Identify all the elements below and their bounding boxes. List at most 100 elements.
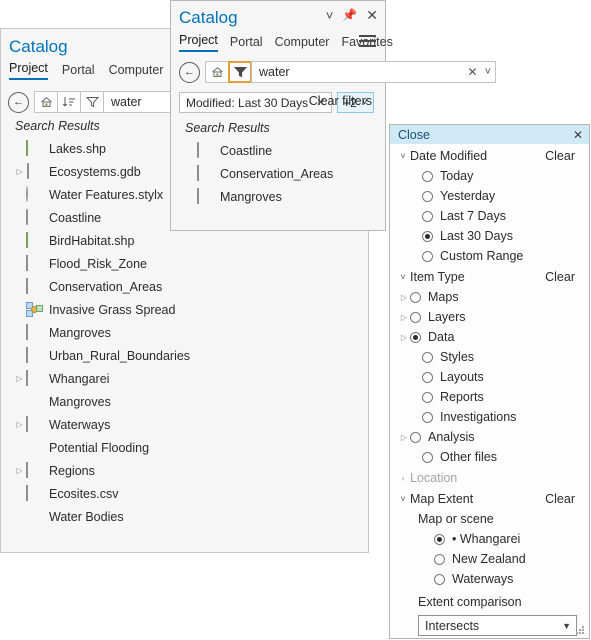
list-item[interactable]: Ecosites.csv [1,482,368,505]
filter-option[interactable]: ▷ Maps [390,287,589,307]
filter-option[interactable]: Other files [390,447,589,467]
close-icon[interactable]: ✕ [573,128,583,142]
filter-option[interactable]: New Zealand [390,549,589,569]
style-icon [26,186,43,202]
filter-option[interactable]: Reports [390,387,589,407]
filter-option[interactable]: Last 7 Days [390,206,589,226]
chevron-right-icon[interactable]: › [396,473,410,483]
filter-option[interactable]: Today [390,166,589,186]
filter-option[interactable]: Waterways [390,569,589,589]
chevron-down-icon[interactable]: ˅ [485,66,491,78]
resize-grip-icon[interactable] [576,626,585,635]
filter-option[interactable]: Yesterday [390,186,589,206]
filter-group-clear-button[interactable]: Clear [545,270,575,284]
clear-filters-button[interactable]: Clear filters [309,94,372,108]
left-tab-portal[interactable]: Portal [62,63,95,80]
expander-triangle-icon[interactable]: ▷ [398,293,410,302]
radio-button[interactable] [422,210,433,222]
filter-option[interactable]: ▷ Data [390,327,589,347]
chevron-down-icon[interactable]: ˅ [326,9,334,22]
home-icon[interactable] [34,91,58,113]
filter-option-label: Styles [440,350,475,364]
radio-button[interactable] [410,291,421,303]
list-item[interactable]: Conservation_Areas [1,275,368,298]
filter-funnel-icon[interactable] [228,61,252,83]
list-item[interactable]: ▷ Waterways [1,413,368,436]
radio-button[interactable] [422,391,433,403]
radio-button[interactable] [422,451,433,463]
left-tab-computer[interactable]: Computer [109,63,164,80]
list-item[interactable]: Water Bodies [1,505,368,528]
filter-group-header[interactable]: ˅ Date Modified Clear [390,145,589,166]
radio-button[interactable] [422,250,433,262]
expander-triangle-icon[interactable]: ▷ [13,167,26,176]
left-tab-project[interactable]: Project [9,61,48,80]
catalog-search-input[interactable]: water ✕ ˅ [251,61,496,83]
list-item[interactable]: Conservation_Areas [171,162,385,185]
tab-portal[interactable]: Portal [230,35,263,52]
table-icon [26,255,43,271]
filter-option-label: Waterways [452,572,514,586]
radio-button[interactable] [422,351,433,363]
back-arrow-icon[interactable]: ← [179,61,200,83]
list-item[interactable]: ▷ Regions [1,459,368,482]
extent-comparison-select[interactable]: Intersects ▼ [418,615,577,636]
expander-triangle-icon[interactable]: ▷ [13,374,26,383]
hamburger-menu-icon[interactable] [359,35,376,48]
filter-option[interactable]: Styles [390,347,589,367]
filter-group-clear-button[interactable]: Clear [545,149,575,163]
filter-option[interactable]: Last 30 Days [390,226,589,246]
list-item[interactable]: Coastline [171,139,385,162]
list-item[interactable]: Mangroves [1,390,368,413]
sort-icon[interactable] [57,91,81,113]
radio-button[interactable] [410,311,421,323]
filter-group-clear-button[interactable]: Clear [545,492,575,506]
expander-triangle-icon[interactable]: ▷ [13,420,26,429]
pin-icon[interactable]: 📌 [342,9,357,21]
chevron-down-icon[interactable]: ˅ [396,494,410,504]
radio-button[interactable] [422,371,433,383]
filter-group-header[interactable]: › Location [390,467,589,488]
radio-button[interactable] [410,331,421,343]
list-item[interactable]: Mangroves [171,185,385,208]
expander-triangle-icon[interactable]: ▷ [398,313,410,322]
expander-triangle-icon[interactable]: ▷ [398,333,410,342]
radio-button[interactable] [434,573,445,585]
list-item[interactable]: Potential Flooding [1,436,368,459]
radio-button[interactable] [422,411,433,423]
radio-button[interactable] [422,170,433,182]
list-item[interactable]: Mangroves [1,321,368,344]
filter-option[interactable]: ▷ Layers [390,307,589,327]
radio-button[interactable] [434,553,445,565]
filter-group-header[interactable]: ˅ Item Type Clear [390,266,589,287]
radio-button[interactable] [422,230,433,242]
list-item[interactable]: BirdHabitat.shp [1,229,368,252]
chevron-down-icon[interactable]: ▼ [562,621,571,631]
tab-project[interactable]: Project [179,33,218,52]
chevron-down-icon[interactable]: ˅ [396,151,410,161]
list-item[interactable]: ▷ Whangarei [1,367,368,390]
filter-funnel-icon[interactable] [80,91,104,113]
radio-button[interactable] [434,533,445,545]
list-item[interactable]: Invasive Grass Spread [1,298,368,321]
chevron-down-icon[interactable]: ˅ [396,272,410,282]
filter-option[interactable]: ▷ Analysis [390,427,589,447]
expander-triangle-icon[interactable]: ▷ [13,466,26,475]
tab-computer[interactable]: Computer [275,35,330,52]
radio-button[interactable] [410,431,421,443]
filter-group-header[interactable]: ˅ Map Extent Clear [390,488,589,509]
clear-x-icon[interactable]: ✕ [468,65,478,79]
left-search-input[interactable]: water [103,91,180,113]
home-icon[interactable] [205,61,229,83]
back-arrow-icon[interactable]: ← [8,91,29,113]
close-icon[interactable]: ✕ [366,8,378,22]
filter-option[interactable]: Investigations [390,407,589,427]
filter-option[interactable]: Layouts [390,367,589,387]
radio-button[interactable] [422,190,433,202]
list-item[interactable]: Flood_Risk_Zone [1,252,368,275]
filter-option[interactable]: Custom Range [390,246,589,266]
filter-option[interactable]: • Whangarei [390,529,589,549]
flyout-close-label[interactable]: Close [398,128,430,142]
expander-triangle-icon[interactable]: ▷ [398,433,410,442]
list-item[interactable]: Urban_Rural_Boundaries [1,344,368,367]
